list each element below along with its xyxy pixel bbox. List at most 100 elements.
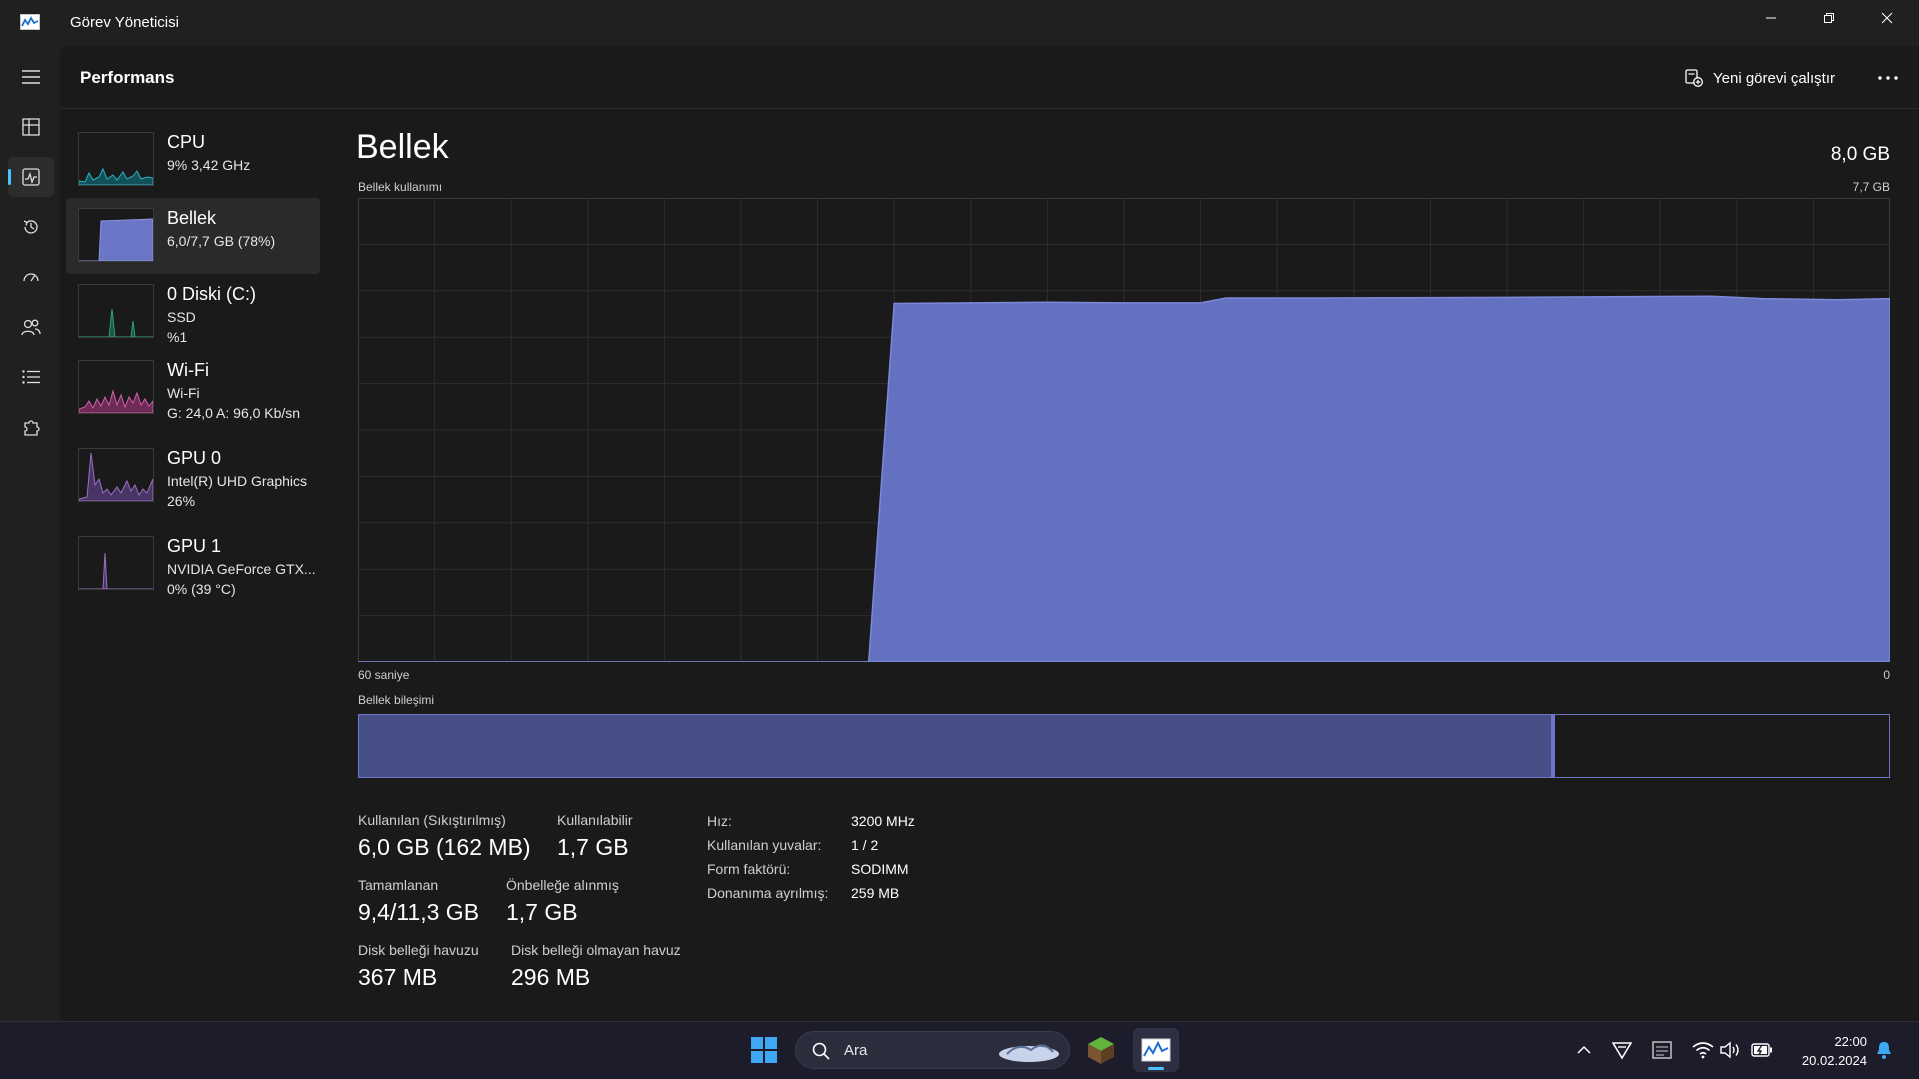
history-icon xyxy=(23,220,38,234)
stat-label: Disk belleği havuzu xyxy=(358,942,479,958)
stat-label: Önbelleğe alınmış xyxy=(506,877,619,893)
spec-row: Kullanılan yuvalar: 1 / 2 xyxy=(707,833,915,857)
spec-value: 259 MB xyxy=(851,885,900,901)
device-info-1: NVIDIA GeForce GTX... xyxy=(167,561,316,577)
device-name: GPU 0 xyxy=(167,448,222,468)
device-info-1: 9% 3,42 GHz xyxy=(167,157,251,173)
taskbar-clock[interactable]: 22:00 20.02.2024 xyxy=(1802,1032,1867,1070)
gpu0-thumbnail-graph xyxy=(78,448,154,502)
more-dots-icon xyxy=(1878,76,1898,80)
vpn-shield-icon xyxy=(1612,1042,1632,1060)
taskbar-search[interactable]: Ara xyxy=(795,1031,1070,1069)
tray-vpn[interactable] xyxy=(1610,1038,1634,1062)
tray-battery[interactable] xyxy=(1750,1038,1774,1062)
spec-value: SODIMM xyxy=(851,861,909,877)
stat-paged-pool: Disk belleği havuzu 367 MB xyxy=(358,942,479,991)
axis-label-left: 60 saniye xyxy=(358,668,410,682)
device-wifi[interactable]: Wi-Fi Wi-Fi G: 24,0 A: 96,0 Kb/sn xyxy=(66,350,320,438)
tray-app[interactable] xyxy=(1650,1038,1674,1062)
clock-time: 22:00 xyxy=(1834,1034,1867,1049)
windows-logo-icon xyxy=(751,1037,777,1063)
nav-details[interactable] xyxy=(8,357,54,397)
chevron-up-icon xyxy=(1577,1045,1591,1054)
device-info-1: 6,0/7,7 GB (78%) xyxy=(167,233,276,249)
search-icon xyxy=(812,1042,830,1060)
nav-users[interactable] xyxy=(8,307,54,347)
search-highlight-icon xyxy=(999,1044,1059,1062)
tray-network[interactable] xyxy=(1691,1038,1715,1062)
spec-key: Form faktörü: xyxy=(707,861,791,877)
performance-icon xyxy=(22,168,40,186)
grass-block-icon xyxy=(1088,1037,1114,1064)
search-placeholder: Ara xyxy=(844,1042,868,1059)
menu-button[interactable] xyxy=(8,57,54,97)
stat-label: Kullanılabilir xyxy=(557,812,633,828)
wifi-thumbnail-graph xyxy=(78,360,154,414)
nav-services[interactable] xyxy=(8,407,54,447)
details-list-icon xyxy=(22,370,40,384)
device-info-1: Intel(R) UHD Graphics xyxy=(167,473,308,489)
device-name: Bellek xyxy=(167,208,217,228)
device-name: Wi-Fi xyxy=(167,360,209,380)
disk-thumbnail-graph xyxy=(78,284,154,338)
speaker-icon xyxy=(1720,1041,1739,1059)
taskbar-app-task-manager[interactable] xyxy=(1133,1028,1179,1072)
speedometer-icon xyxy=(23,273,39,282)
notifications-button[interactable] xyxy=(1872,1038,1896,1062)
window-title: Görev Yöneticisi xyxy=(70,14,179,31)
users-icon xyxy=(21,319,41,336)
device-info-2: 0% (39 °C) xyxy=(167,581,236,597)
start-button[interactable] xyxy=(741,1028,787,1072)
run-new-task-button[interactable]: Yeni görevi çalıştır xyxy=(1685,64,1835,92)
run-task-icon xyxy=(1685,69,1703,87)
taskbar-app-minecraft[interactable] xyxy=(1078,1028,1124,1072)
close-button[interactable] xyxy=(1858,0,1916,36)
device-info-2: G: 24,0 A: 96,0 Kb/sn xyxy=(167,405,301,421)
task-manager-app-icon xyxy=(20,14,40,30)
services-puzzle-icon xyxy=(24,420,40,436)
spec-row: Form faktörü: SODIMM xyxy=(707,857,915,881)
restore-button[interactable] xyxy=(1800,0,1858,36)
stat-value: 6,0 GB (162 MB) xyxy=(358,834,531,860)
memory-usage-max: 7,7 GB xyxy=(1852,180,1890,194)
more-options-button[interactable] xyxy=(1870,62,1906,94)
nav-processes[interactable] xyxy=(8,107,54,147)
spec-row: Hız: 3200 MHz xyxy=(707,809,915,833)
nav-performance[interactable] xyxy=(8,157,54,197)
stat-label: Tamamlanan xyxy=(358,877,439,893)
title-bar: Görev Yöneticisi xyxy=(0,0,1919,46)
device-gpu1[interactable]: GPU 1 NVIDIA GeForce GTX... 0% (39 °C) xyxy=(66,526,320,614)
device-gpu0[interactable]: GPU 0 Intel(R) UHD Graphics 26% xyxy=(66,438,320,526)
show-hidden-icons-button[interactable] xyxy=(1572,1038,1596,1062)
memory-specs: Hız: 3200 MHz Kullanılan yuvalar: 1 / 2 Fo… xyxy=(707,809,915,905)
device-disk[interactable]: 0 Diski (C:) SSD %1 xyxy=(66,274,320,350)
hamburger-icon xyxy=(22,70,40,84)
navigation-rail xyxy=(0,46,60,1046)
minimize-button[interactable] xyxy=(1742,0,1800,36)
detail-title: Bellek xyxy=(356,128,449,166)
device-info-2: 26% xyxy=(167,493,196,509)
stat-value: 296 MB xyxy=(511,964,591,990)
nav-startup[interactable] xyxy=(8,257,54,297)
spec-key: Kullanılan yuvalar: xyxy=(707,837,822,853)
page-title: Performans xyxy=(80,68,175,87)
device-memory[interactable]: Bellek 6,0/7,7 GB (78%) xyxy=(66,198,320,274)
nav-app-history[interactable] xyxy=(8,207,54,247)
tray-volume[interactable] xyxy=(1718,1038,1742,1062)
spec-value: 1 / 2 xyxy=(851,837,879,853)
memory-usage-chart xyxy=(358,198,1890,662)
device-name: CPU xyxy=(167,132,206,152)
stat-cached: Önbelleğe alınmış 1,7 GB xyxy=(506,877,619,926)
memory-composition-bar xyxy=(358,714,1890,778)
stat-value: 9,4/11,3 GB xyxy=(358,899,480,925)
stat-committed: Tamamlanan 9,4/11,3 GB xyxy=(358,877,479,926)
device-list: CPU 9% 3,42 GHz Bellek 6,0/7,7 GB (78%) … xyxy=(66,122,322,614)
stat-value: 367 MB xyxy=(358,964,438,990)
spec-key: Hız: xyxy=(707,813,732,829)
spec-row: Donanıma ayrılmış: 259 MB xyxy=(707,881,915,905)
run-new-task-label: Yeni görevi çalıştır xyxy=(1713,69,1836,87)
taskbar: Ara 22:00 20.02.2024 xyxy=(0,1021,1919,1079)
stat-label: Disk belleği olmayan havuz xyxy=(511,942,681,958)
stat-in-use: Kullanılan (Sıkıştırılmış) 6,0 GB (162 M… xyxy=(358,812,531,861)
device-cpu[interactable]: CPU 9% 3,42 GHz xyxy=(66,122,320,198)
